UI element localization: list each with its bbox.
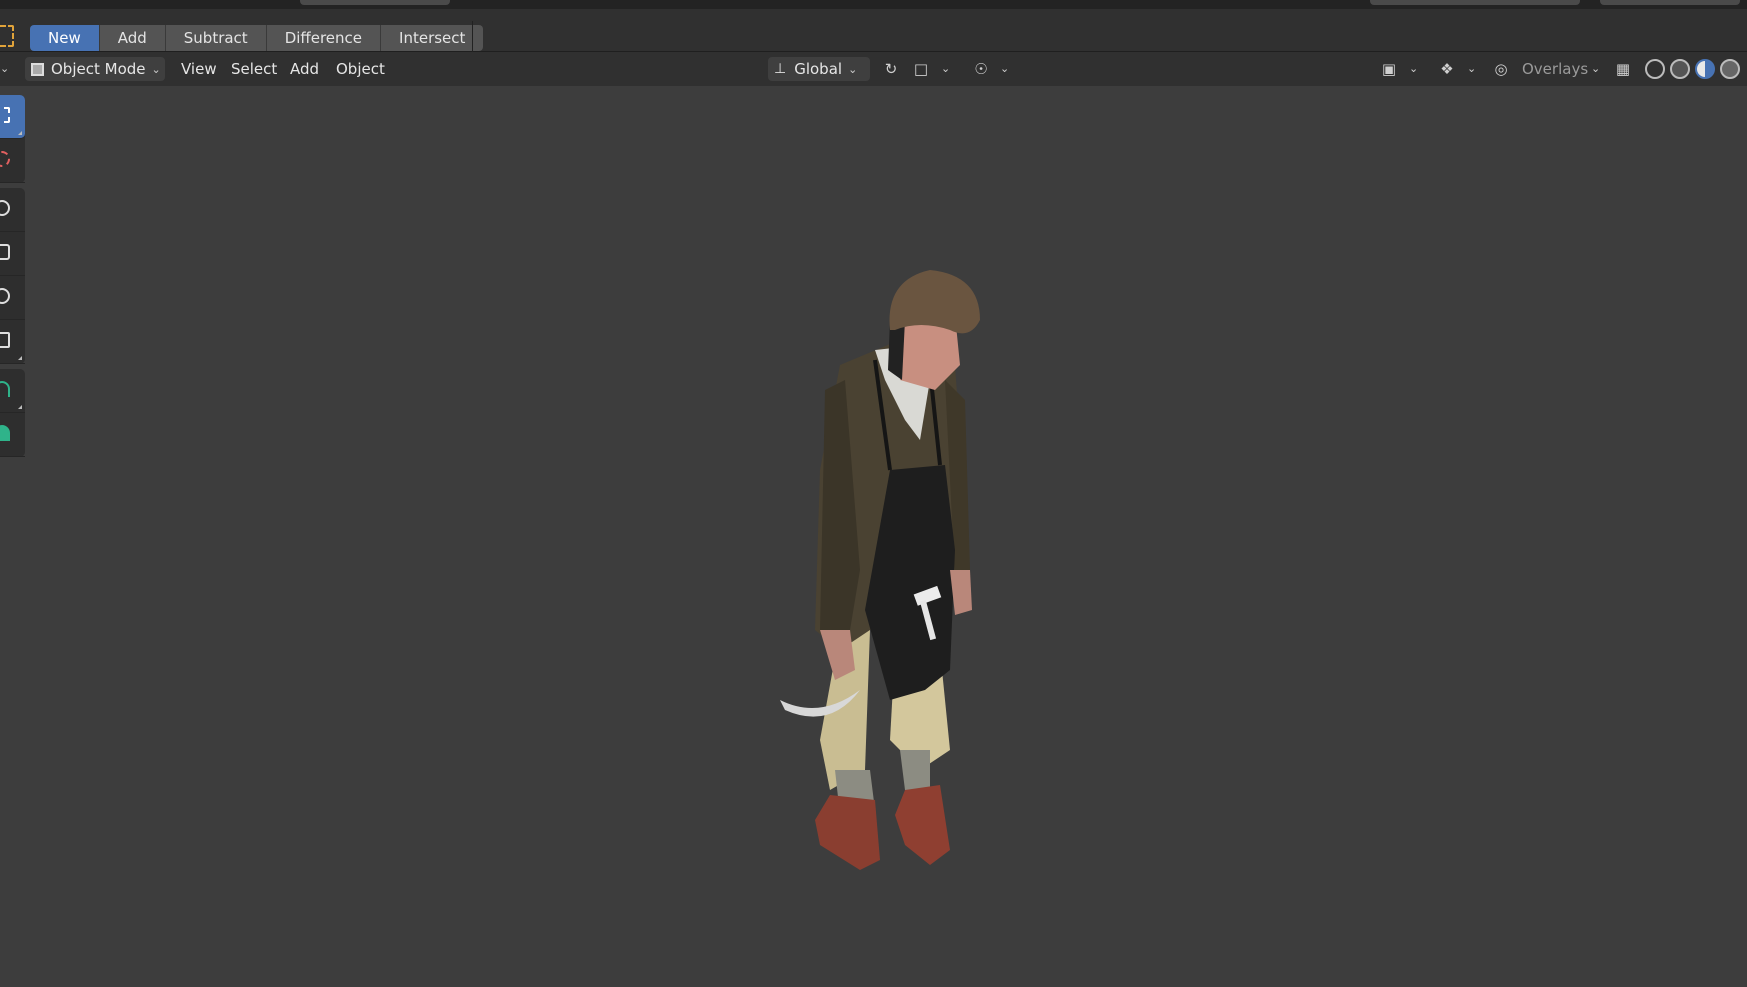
transform-icon [0, 332, 10, 348]
view-layer-selector[interactable] [1600, 0, 1740, 5]
tool-group-transform [0, 188, 25, 364]
measure-icon [0, 425, 10, 441]
editor-type-chevron-icon[interactable]: ⌄ [0, 62, 9, 75]
object-mode-label: Object Mode [51, 60, 146, 78]
select-box-icon [0, 107, 10, 123]
tool-shelf [0, 95, 25, 462]
workspace-tab[interactable] [300, 0, 450, 5]
object-mode-icon [31, 62, 44, 76]
gizmo-icon[interactable]: ❖ [1436, 58, 1458, 80]
annotate-icon [0, 381, 10, 397]
orientation-axes-icon: ⊥ [774, 61, 787, 77]
select-box-mode-icon[interactable] [0, 25, 14, 47]
cap [889, 270, 980, 334]
move-tool[interactable] [0, 188, 25, 232]
measure-tool[interactable] [0, 413, 25, 457]
material-preview-half [1697, 61, 1705, 77]
scale-icon [0, 288, 10, 304]
right-legging [900, 750, 930, 790]
tool-group-annotate [0, 369, 25, 457]
scale-tool[interactable] [0, 276, 25, 320]
select-box-tool[interactable] [0, 95, 25, 139]
tool-group-select [0, 95, 25, 183]
orientation-dropdown[interactable]: ⊥ Global ⌄ [768, 57, 870, 81]
mode-new-button[interactable]: New [30, 25, 100, 51]
chevron-down-icon: ⌄ [848, 62, 858, 76]
top-bar [0, 0, 1747, 9]
material-preview-icon[interactable] [1695, 59, 1715, 79]
tool-settings-header: New Add Subtract Difference Intersect [0, 9, 1747, 57]
right-boot [895, 785, 950, 865]
rendered-shading-icon[interactable] [1720, 59, 1740, 79]
selection-mode-group: New Add Subtract Difference Intersect [30, 25, 484, 51]
mode-intersect-button[interactable]: Intersect [381, 25, 484, 51]
scene-selector[interactable] [1370, 0, 1580, 5]
tool-variants-corner-icon [18, 356, 22, 360]
cursor-icon [0, 151, 10, 167]
menu-view[interactable]: View [181, 60, 217, 78]
overlays-dropdown[interactable]: Overlays [1522, 60, 1588, 78]
overlays-icon[interactable]: ◎ [1490, 58, 1512, 80]
cursor-tool[interactable] [0, 139, 25, 183]
mode-add-button[interactable]: Add [99, 25, 166, 51]
move-icon [0, 200, 10, 216]
tool-variants-corner-icon [18, 131, 22, 135]
rotate-icon [0, 244, 10, 260]
right-hand [950, 570, 972, 615]
chevron-down-icon: ⌄ [151, 62, 161, 76]
left-boot [815, 795, 880, 870]
tool-variants-corner-icon [18, 405, 22, 409]
character-model[interactable] [780, 270, 1040, 880]
left-hand [820, 630, 855, 680]
menu-add[interactable]: Add [290, 60, 319, 78]
xray-toggle-icon[interactable]: ▦ [1612, 58, 1634, 80]
gizmo-chevron-icon[interactable]: ⌄ [1467, 62, 1476, 75]
pivot-point-icon[interactable]: ↻ [880, 58, 902, 80]
mode-difference-button[interactable]: Difference [266, 25, 382, 51]
rotate-tool[interactable] [0, 232, 25, 276]
snap-chevron-icon[interactable]: ⌄ [941, 62, 950, 75]
proportional-editing-icon[interactable]: ☉ [970, 58, 992, 80]
solid-shading-icon[interactable] [1670, 59, 1690, 79]
object-mode-dropdown[interactable]: Object Mode ⌄ [25, 57, 165, 81]
menu-object[interactable]: Object [336, 60, 385, 78]
menu-select[interactable]: Select [231, 60, 277, 78]
orientation-label: Global [794, 60, 843, 78]
snap-icon[interactable]: □ [910, 58, 932, 80]
object-type-visibility-icon[interactable]: ▣ [1378, 58, 1400, 80]
wireframe-shading-icon[interactable] [1645, 59, 1665, 79]
overlays-chevron-icon[interactable]: ⌄ [1591, 62, 1600, 75]
proportional-chevron-icon[interactable]: ⌄ [1000, 62, 1009, 75]
viewport-header: ⌄ Object Mode ⌄ View Select Add Object ⊥… [0, 52, 1747, 86]
annotate-tool[interactable] [0, 369, 25, 413]
mode-subtract-button[interactable]: Subtract [165, 25, 267, 51]
transform-tool[interactable] [0, 320, 25, 364]
visibility-chevron-icon[interactable]: ⌄ [1409, 62, 1418, 75]
